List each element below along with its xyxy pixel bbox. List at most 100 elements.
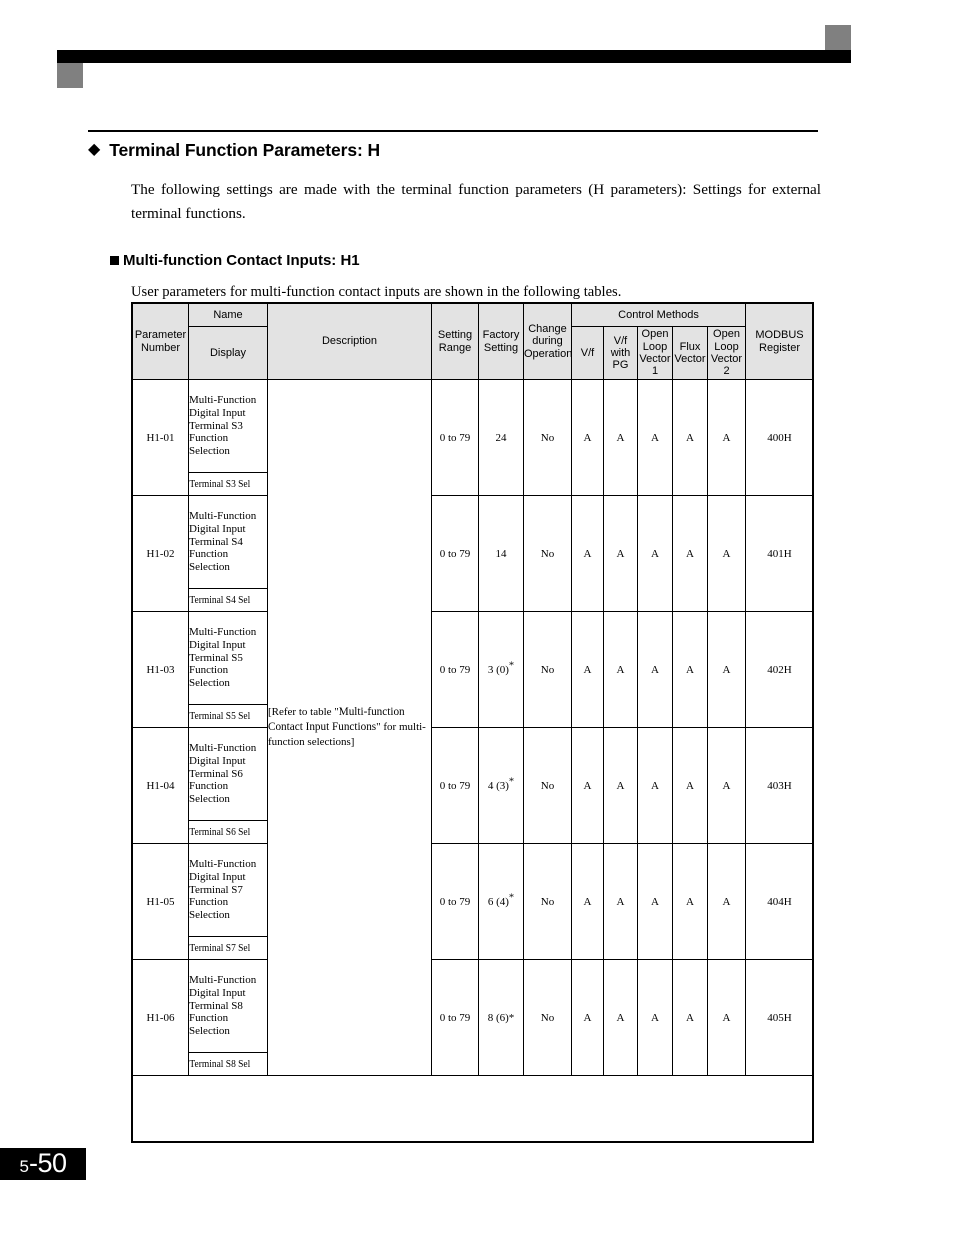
cell-control-olv1: A bbox=[637, 959, 673, 1076]
header-olv1-line1: Open bbox=[641, 328, 669, 341]
cell-control-vf-pg: A bbox=[603, 379, 638, 496]
cell-control-olv1: A bbox=[637, 379, 673, 496]
cell-control-vf-pg: A bbox=[603, 495, 638, 612]
cell-control-flux: A bbox=[672, 379, 708, 496]
header-olv2-line1: Open bbox=[713, 328, 740, 341]
section-divider-rule bbox=[88, 130, 818, 132]
cell-setting-range: 0 to 79 bbox=[431, 843, 479, 960]
header-control-flux: Flux Vector bbox=[672, 326, 708, 380]
cell-parameter-number: H1-01 bbox=[132, 379, 189, 496]
header-factory-setting-line2: Setting bbox=[483, 341, 519, 354]
page-number-suffix: -50 bbox=[28, 1148, 67, 1178]
table-body: H1-01 Multi-Function Digital Input Termin… bbox=[132, 379, 814, 1076]
cell-control-vf-pg: A bbox=[603, 727, 638, 844]
cell-setting-range: 0 to 79 bbox=[431, 959, 479, 1076]
table-row: H1-02 Multi-Function Digital Input Termin… bbox=[132, 495, 814, 612]
header-change-line3: Operation bbox=[524, 347, 573, 360]
cell-factory-setting: 14 bbox=[478, 495, 524, 612]
header-control-olv2: Open Loop Vector 2 bbox=[707, 326, 746, 380]
header-olv2-line2: Loop bbox=[714, 340, 739, 353]
cell-name: Multi-Function Digital Input Terminal S4… bbox=[188, 495, 268, 589]
cell-setting-range: 0 to 79 bbox=[431, 379, 479, 496]
table-row: H1-01 Multi-Function Digital Input Termin… bbox=[132, 379, 814, 1076]
section-heading-block: ◆ Terminal Function Parameters: H bbox=[88, 130, 818, 161]
page-title: Terminal Function Parameters: H bbox=[109, 140, 381, 160]
cell-change-during-operation: No bbox=[523, 727, 572, 844]
header-control-vf: V/f bbox=[571, 326, 604, 380]
cell-change-during-operation: No bbox=[523, 379, 572, 496]
header-modbus-register: MODBUS Register bbox=[745, 303, 814, 380]
header-vf-pg-line2: with bbox=[610, 346, 631, 359]
header-factory-setting-line1: Factory bbox=[482, 329, 520, 342]
display-name-text: Terminal S5 Sel bbox=[188, 710, 250, 722]
header-control-olv1: Open Loop Vector 1 bbox=[637, 326, 673, 380]
cell-control-olv1: A bbox=[637, 727, 673, 844]
factory-setting-footnote-marker: * bbox=[508, 891, 515, 903]
cell-control-vf: A bbox=[571, 379, 604, 496]
header-description: Description bbox=[267, 303, 432, 380]
cell-modbus-register: 400H bbox=[745, 379, 814, 496]
cell-control-vf-pg: A bbox=[603, 611, 638, 728]
cell-control-flux: A bbox=[672, 727, 708, 844]
header-vf-pg-line1: V/f bbox=[613, 334, 628, 347]
cell-name: Multi-Function Digital Input Terminal S6… bbox=[188, 727, 268, 821]
cell-factory-setting: 4 (3)* bbox=[478, 727, 524, 844]
header-setting-range-line2: Range bbox=[438, 341, 472, 354]
subsection-title: Multi-function Contact Inputs: H1 bbox=[123, 252, 360, 269]
header-change-during-operation: Change during Operation bbox=[523, 303, 573, 380]
display-name-text: Terminal S4 Sel bbox=[188, 594, 250, 606]
header-factory-setting: Factory Setting bbox=[478, 303, 524, 380]
cell-display-name: Terminal S6 Sel bbox=[188, 820, 257, 844]
cell-control-olv2: A bbox=[707, 379, 746, 496]
header-control-vf-pg: V/f with PG bbox=[603, 326, 638, 380]
cell-control-olv2: A bbox=[707, 843, 746, 960]
factory-setting-footnote-marker: * bbox=[508, 659, 515, 671]
header-change-line1: Change bbox=[528, 323, 567, 336]
display-name-text: Terminal S7 Sel bbox=[188, 942, 250, 954]
cell-control-flux: A bbox=[672, 495, 708, 612]
cell-control-olv1: A bbox=[637, 495, 673, 612]
cell-factory-setting: 24 bbox=[478, 379, 524, 496]
header-olv1-line4: 1 bbox=[651, 365, 659, 378]
cell-modbus-register: 405H bbox=[745, 959, 814, 1076]
cell-factory-setting: 6 (4)* bbox=[478, 843, 524, 960]
cell-modbus-register: 403H bbox=[745, 727, 814, 844]
cell-factory-setting: 3 (0)* bbox=[478, 611, 524, 728]
cell-description: [Refer to table "Multi-function Contact … bbox=[267, 379, 432, 1076]
cell-parameter-number: H1-03 bbox=[132, 611, 189, 728]
cell-name: Multi-Function Digital Input Terminal S7… bbox=[188, 843, 268, 937]
cell-control-olv2: A bbox=[707, 495, 746, 612]
cell-change-during-operation: No bbox=[523, 495, 572, 612]
display-name-text: Terminal S3 Sel bbox=[188, 478, 250, 490]
cell-control-vf: A bbox=[571, 727, 604, 844]
header-vf-pg-line3: PG bbox=[612, 359, 629, 372]
cell-display-name: Terminal S7 Sel bbox=[188, 936, 257, 960]
section-intro-paragraph: The following settings are made with the… bbox=[131, 181, 821, 222]
header-control-methods: Control Methods bbox=[571, 303, 746, 327]
cell-name: Multi-Function Digital Input Terminal S5… bbox=[188, 611, 268, 705]
header-parameter-number-line2: Number bbox=[140, 341, 181, 354]
cell-control-olv1: A bbox=[637, 843, 673, 960]
cell-setting-range: 0 to 79 bbox=[431, 611, 479, 728]
table-row: H1-03 Multi-Function Digital Input Termin… bbox=[132, 611, 814, 728]
cell-control-olv1: A bbox=[637, 611, 673, 728]
cell-display-name: Terminal S4 Sel bbox=[188, 588, 257, 612]
parameter-table: Parameter Number Name Description Settin… bbox=[132, 303, 814, 1076]
table-row: H1-05 Multi-Function Digital Input Termin… bbox=[132, 843, 814, 960]
header-square-left-icon bbox=[57, 63, 83, 88]
header-olv2-line4: 2 bbox=[723, 365, 730, 378]
page-title-row: ◆ Terminal Function Parameters: H bbox=[88, 140, 818, 161]
cell-change-during-operation: No bbox=[523, 843, 572, 960]
cell-parameter-number: H1-04 bbox=[132, 727, 189, 844]
header-change-line2: during bbox=[532, 335, 563, 348]
factory-setting-footnote-marker: * bbox=[508, 775, 515, 787]
cell-parameter-number: H1-02 bbox=[132, 495, 189, 612]
cell-control-vf-pg: A bbox=[603, 959, 638, 1076]
cell-display-name: Terminal S5 Sel bbox=[188, 704, 257, 728]
header-square-right-icon bbox=[825, 25, 851, 50]
header-olv2-line3: Vector bbox=[710, 353, 743, 365]
table-header-row-top: Parameter Number Name Description Settin… bbox=[132, 303, 814, 380]
cell-control-olv2: A bbox=[707, 959, 746, 1076]
cell-modbus-register: 401H bbox=[745, 495, 814, 612]
cell-name: Multi-Function Digital Input Terminal S8… bbox=[188, 959, 268, 1053]
